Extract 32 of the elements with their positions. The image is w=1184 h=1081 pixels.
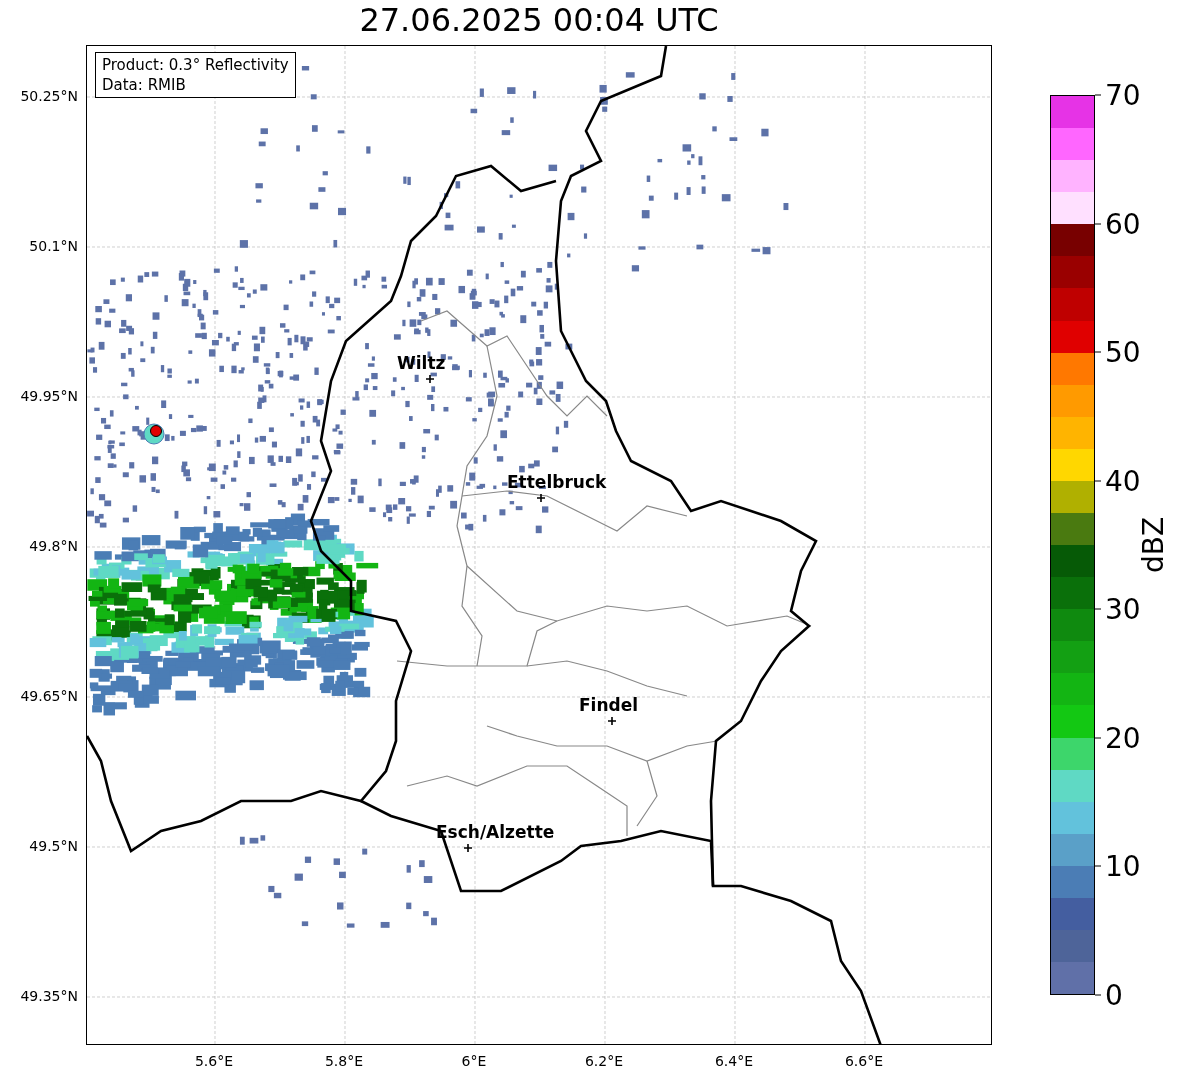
latitude-label: 50.25°N [20, 88, 78, 104]
scale-label: 50 [1105, 335, 1141, 369]
longitude-label: 6.4°E [714, 1053, 754, 1069]
latitude-label: 49.35°N [20, 988, 78, 1004]
city-label: Findel [579, 695, 639, 715]
latitude-label: 49.5°N [29, 838, 78, 854]
longitude-label: 5.8°E [324, 1053, 364, 1069]
latitude-label: 49.95°N [20, 388, 78, 404]
plus-icon [537, 494, 545, 502]
scale-label: 20 [1105, 721, 1141, 755]
plus-icon [464, 844, 472, 852]
info-box: Product: 0.3° Reflectivity Data: RMIB [95, 52, 296, 98]
scale-label: 10 [1105, 849, 1141, 883]
city-label: Ettelbruck [507, 472, 607, 492]
scale-label: 0 [1105, 978, 1123, 1012]
scale-label: 40 [1105, 464, 1141, 498]
plus-icon [608, 717, 616, 725]
latitude-label: 49.65°N [20, 688, 78, 704]
latitude-label: 49.8°N [29, 538, 78, 554]
longitude-label: 5.6°E [194, 1053, 234, 1069]
city-label: Esch/Alzette [436, 822, 555, 842]
scale-label: 60 [1105, 207, 1141, 241]
latitude-label: 50.1°N [29, 238, 78, 254]
plus-icon [426, 375, 434, 383]
scale-label: 30 [1105, 592, 1141, 626]
longitude-label: 6°E [461, 1053, 487, 1069]
longitude-label: 6.6°E [844, 1053, 884, 1069]
unit-label: dBZ [1136, 516, 1170, 574]
chart-title: 27.06.2025 00:04 UTC [358, 0, 720, 41]
city-label: Wiltz [397, 353, 446, 373]
scale-label: 70 [1105, 78, 1141, 112]
longitude-label: 6.2°E [584, 1053, 624, 1069]
